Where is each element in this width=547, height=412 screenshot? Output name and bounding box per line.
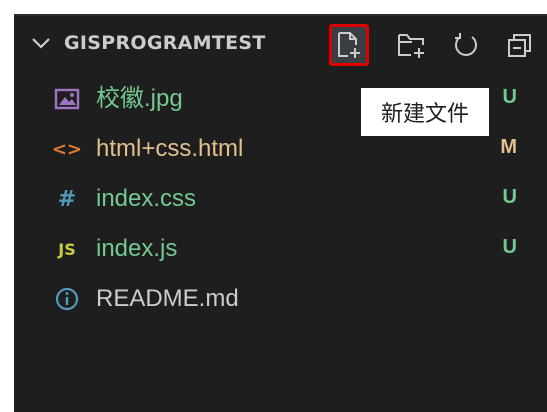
file-name: README.md: [96, 285, 239, 312]
collapse-all-button[interactable]: [500, 24, 540, 66]
chevron-down-icon[interactable]: [30, 34, 52, 52]
collapse-all-icon: [508, 34, 531, 57]
refresh-button[interactable]: [446, 24, 486, 66]
explorer-panel: GISPROGRAMTEST 校徽.jpg U <> html+css.html…: [14, 14, 547, 412]
js-icon: JS: [58, 239, 76, 259]
new-folder-icon: [398, 34, 424, 58]
refresh-icon: [455, 33, 477, 56]
file-name: 校徽.jpg: [96, 85, 183, 112]
file-item[interactable]: # index.css U: [14, 174, 547, 224]
html-icon: <>: [51, 138, 83, 160]
new-file-button[interactable]: [329, 24, 369, 66]
file-item[interactable]: JS index.js U: [14, 224, 547, 274]
explorer-section-header[interactable]: GISPROGRAMTEST: [14, 16, 547, 72]
file-item[interactable]: README.md: [14, 274, 547, 324]
file-name: index.js: [96, 235, 178, 262]
file-name: html+css.html: [96, 135, 244, 162]
git-status-badge: U: [502, 86, 517, 108]
image-icon: [54, 86, 80, 112]
git-status-badge: U: [502, 186, 517, 208]
git-status-badge: M: [500, 136, 517, 158]
new-file-icon: [338, 32, 360, 58]
workspace-title: GISPROGRAMTEST: [64, 32, 266, 54]
new-file-tooltip: 新建文件: [361, 88, 489, 136]
new-folder-button[interactable]: [392, 24, 432, 66]
git-status-badge: U: [502, 236, 517, 258]
css-icon: #: [57, 186, 77, 212]
info-icon: [54, 286, 80, 312]
file-name: index.css: [96, 185, 197, 212]
